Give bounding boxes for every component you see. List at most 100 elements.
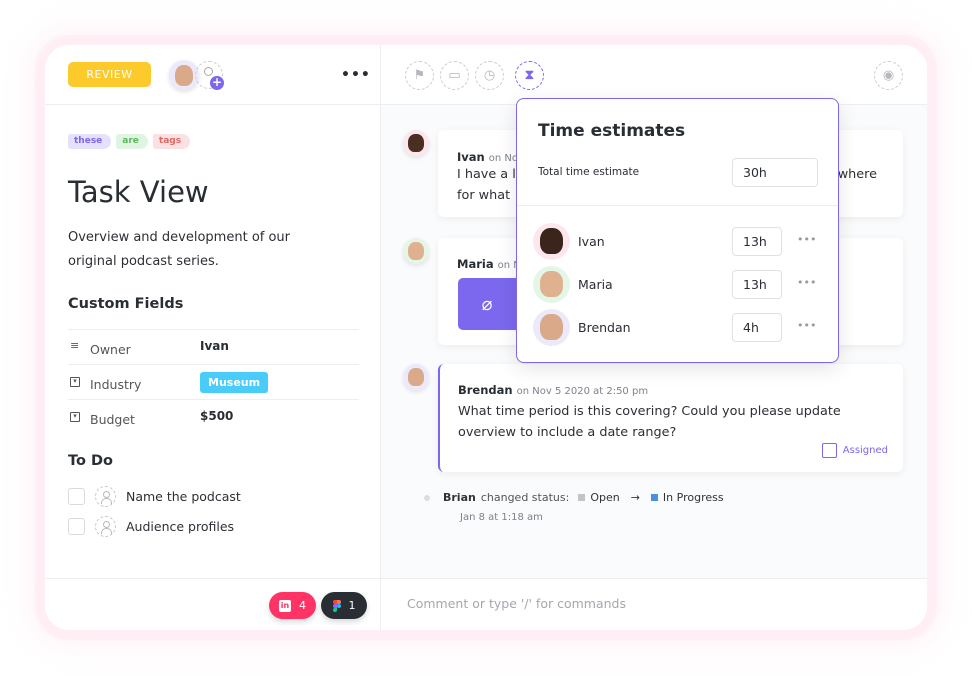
comment-input-bar: Comment or type '/' for commands — [381, 578, 927, 630]
field-label: Industry — [90, 377, 142, 392]
figma-button[interactable]: 1 — [321, 592, 367, 619]
invision-icon: in — [279, 599, 291, 612]
integrations-bar: in 4 1 — [45, 578, 381, 630]
field-value: Ivan — [200, 339, 229, 353]
todo-item: Name the podcast — [68, 481, 241, 511]
status-change-activity: Brian changed status: Open → In Progress — [424, 491, 724, 504]
tag[interactable]: are — [116, 134, 148, 149]
custom-field-budget[interactable]: ▾ Budget $500 — [68, 399, 359, 434]
flag-icon[interactable]: ⚑ — [405, 61, 434, 90]
comment-header: Ivan on No — [457, 146, 518, 165]
field-label: Budget — [90, 412, 135, 427]
activity-toolbar: ⚑ ▭ ◷ ⧗ ◉ — [381, 45, 927, 105]
invision-count: 4 — [299, 599, 306, 612]
todo-label: Name the podcast — [126, 488, 241, 504]
eye-icon[interactable]: ◉ — [874, 61, 903, 90]
tag[interactable]: these — [68, 134, 112, 149]
todo-item: Audience profiles — [68, 511, 234, 541]
popup-title: Time estimates — [538, 121, 686, 141]
status-in-progress-swatch — [650, 494, 658, 501]
avatar-ivan — [403, 130, 429, 156]
plus-icon: + — [210, 75, 224, 90]
person-name: Brendan — [578, 319, 631, 335]
todo-checkbox[interactable] — [68, 517, 85, 535]
status-open-swatch — [578, 494, 586, 501]
activity-author: Brian — [443, 491, 476, 504]
task-details-panel: REVIEW + ••• these are tags Task View Ov… — [45, 45, 381, 630]
comment-time: on Nov 5 2020 at 2:50 pm — [516, 386, 649, 397]
estimate-row-maria: Maria — [533, 265, 613, 303]
hourglass-icon[interactable]: ⧗ — [515, 61, 544, 90]
comment-author: Ivan — [457, 150, 485, 164]
comment-input[interactable]: Comment or type '/' for commands — [407, 596, 626, 611]
todo-heading: To Do — [68, 453, 113, 469]
paperclip-icon: ⌀ — [481, 293, 493, 315]
field-value: $500 — [200, 409, 234, 423]
comment-author: Maria — [457, 257, 494, 271]
total-estimate-input[interactable]: 30h — [732, 158, 818, 187]
task-description: Overview and development of our original… — [68, 230, 291, 269]
estimate-input-maria[interactable]: 13h — [732, 270, 782, 299]
assigned-toggle[interactable]: Assigned — [821, 443, 888, 458]
custom-fields-list: ≡ Owner Ivan ▾ Industry Museum ▾ Budget … — [68, 329, 359, 434]
figma-count: 1 — [348, 599, 356, 612]
figma-icon — [332, 599, 341, 612]
comment-header: Brendan on Nov 5 2020 at 2:50 pm — [458, 379, 648, 398]
dropdown-field-icon: ▾ — [70, 412, 80, 422]
text-field-icon: ≡ — [70, 339, 80, 352]
field-label: Owner — [90, 342, 131, 357]
page-title: Task View — [68, 175, 209, 209]
activity-action: changed status: — [480, 491, 570, 504]
estimate-input-brendan[interactable]: 4h — [732, 313, 782, 342]
comment-time: on No — [488, 153, 518, 164]
comment-header: Maria on N — [457, 253, 521, 272]
more-options-icon[interactable]: ••• — [341, 67, 371, 83]
more-options-icon[interactable]: ••• — [797, 319, 816, 332]
avatar-brendan — [533, 308, 570, 346]
status-button[interactable]: REVIEW — [68, 62, 151, 87]
comment-author: Brendan — [458, 383, 513, 397]
clock-icon[interactable]: ◷ — [475, 61, 504, 90]
avatar-maria — [403, 238, 429, 264]
add-assignee-button[interactable]: + — [195, 61, 224, 90]
dropdown-field-icon: ▾ — [70, 377, 80, 387]
comment-body: I have a l — [457, 167, 516, 182]
calendar-icon[interactable]: ▭ — [440, 61, 469, 90]
comment-body: where — [837, 167, 877, 182]
estimate-row-brendan: Brendan — [533, 308, 631, 346]
avatar-maria — [533, 265, 570, 303]
assign-user-icon[interactable] — [95, 515, 116, 537]
assigned-label: Assigned — [842, 445, 888, 456]
person-name: Ivan — [578, 233, 605, 249]
todo-checkbox[interactable] — [68, 487, 85, 505]
more-options-icon[interactable]: ••• — [797, 276, 816, 289]
invision-button[interactable]: in 4 — [269, 592, 316, 619]
tag-list: these are tags — [68, 134, 191, 149]
todo-label: Audience profiles — [126, 518, 235, 534]
task-header: REVIEW + ••• — [45, 45, 381, 105]
person-name: Maria — [578, 276, 613, 292]
activity-time: Jan 8 at 1:18 am — [460, 512, 543, 523]
more-options-icon[interactable]: ••• — [797, 233, 816, 246]
avatar-ivan — [533, 222, 570, 260]
tag[interactable]: tags — [152, 134, 191, 149]
custom-field-owner[interactable]: ≡ Owner Ivan — [68, 329, 359, 364]
comment-body: What time period is this covering? Could… — [458, 404, 841, 440]
status-to: In Progress — [662, 491, 724, 504]
total-estimate-label: Total time estimate — [538, 166, 640, 178]
estimate-row-ivan: Ivan — [533, 222, 605, 260]
status-from: Open — [590, 491, 620, 504]
estimate-input-ivan[interactable]: 13h — [732, 227, 782, 256]
custom-fields-heading: Custom Fields — [68, 296, 184, 312]
time-estimates-popup: Time estimates Total time estimate 30h I… — [516, 98, 839, 363]
divider — [517, 205, 838, 206]
assign-user-icon[interactable] — [95, 485, 116, 507]
comment-brendan: Brendan on Nov 5 2020 at 2:50 pm What tim… — [438, 364, 903, 472]
assigned-checkbox[interactable] — [821, 443, 837, 458]
field-value-badge[interactable]: Museum — [200, 372, 269, 393]
activity-dot-icon — [424, 494, 430, 501]
avatar-brendan — [403, 364, 429, 390]
comment-body: for what — [457, 188, 511, 203]
arrow-right-icon: → — [630, 491, 640, 504]
custom-field-industry[interactable]: ▾ Industry Museum — [68, 364, 359, 399]
